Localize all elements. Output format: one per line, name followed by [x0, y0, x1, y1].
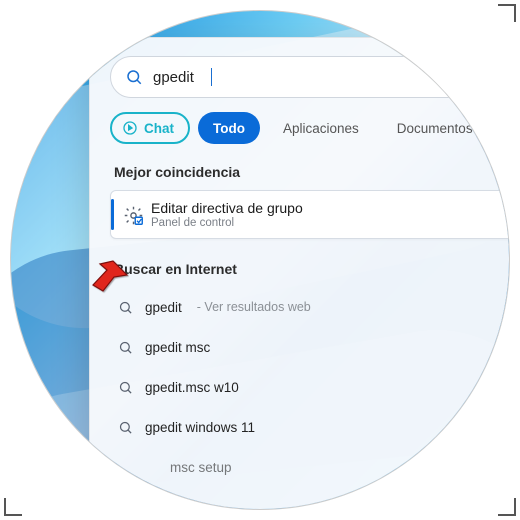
- filter-all[interactable]: Todo: [198, 112, 260, 144]
- filter-label: Todo: [213, 121, 245, 136]
- best-match-result[interactable]: Editar directiva de grupo Panel de contr…: [110, 190, 510, 239]
- web-result-item[interactable]: gpedit msc ›: [110, 327, 510, 367]
- web-result-query: msc setup: [170, 460, 232, 475]
- filter-chat[interactable]: Chat: [110, 112, 190, 144]
- filter-tabs: Chat Todo Aplicaciones Documentos Web: [110, 112, 510, 144]
- web-results-list: gpedit - Ver resultados web › gpedit msc…: [110, 287, 510, 487]
- crop-corner-icon: [4, 488, 32, 516]
- filter-apps[interactable]: Aplicaciones: [268, 112, 374, 144]
- best-match-heading: Mejor coincidencia: [114, 164, 510, 180]
- web-result-item[interactable]: gpedit.msc w10 ›: [110, 367, 510, 407]
- filter-web[interactable]: Web: [496, 112, 510, 144]
- web-result-item[interactable]: gpedit - Ver resultados web ›: [110, 287, 510, 327]
- gear-icon: [123, 205, 144, 226]
- search-box[interactable]: gpedit: [110, 56, 510, 98]
- screenshot-circle: gpedit Chat Todo Aplicaciones Documentos…: [10, 10, 510, 510]
- bing-chat-icon: [122, 120, 138, 136]
- annotation-arrow-icon: [67, 255, 129, 317]
- filter-label: Chat: [144, 121, 174, 136]
- web-result-query: gpedit: [145, 300, 182, 315]
- search-icon: [125, 68, 143, 86]
- search-icon: [118, 340, 133, 355]
- web-result-query: gpedit windows 11: [145, 420, 255, 435]
- crop-corner-icon: [488, 4, 516, 32]
- filter-docs[interactable]: Documentos: [382, 112, 488, 144]
- crop-corner-icon: [488, 488, 516, 516]
- web-result-query: gpedit.msc w10: [145, 380, 239, 395]
- web-search-heading: Buscar en Internet: [114, 261, 510, 277]
- filter-label: Aplicaciones: [283, 121, 359, 136]
- best-match-title: Editar directiva de grupo: [151, 200, 510, 216]
- best-match-subtitle: Panel de control: [151, 217, 510, 229]
- web-result-query: gpedit msc: [145, 340, 210, 355]
- web-result-item[interactable]: gpedit windows 11 ›: [110, 407, 510, 447]
- search-icon: [118, 420, 133, 435]
- web-result-item[interactable]: msc setup: [110, 447, 510, 487]
- start-search-panel: gpedit Chat Todo Aplicaciones Documentos…: [89, 37, 510, 510]
- search-input[interactable]: gpedit: [153, 69, 207, 86]
- filter-label: Documentos: [397, 121, 473, 136]
- text-caret: [211, 68, 212, 86]
- web-result-hint: - Ver resultados web: [197, 300, 311, 314]
- search-icon: [118, 380, 133, 395]
